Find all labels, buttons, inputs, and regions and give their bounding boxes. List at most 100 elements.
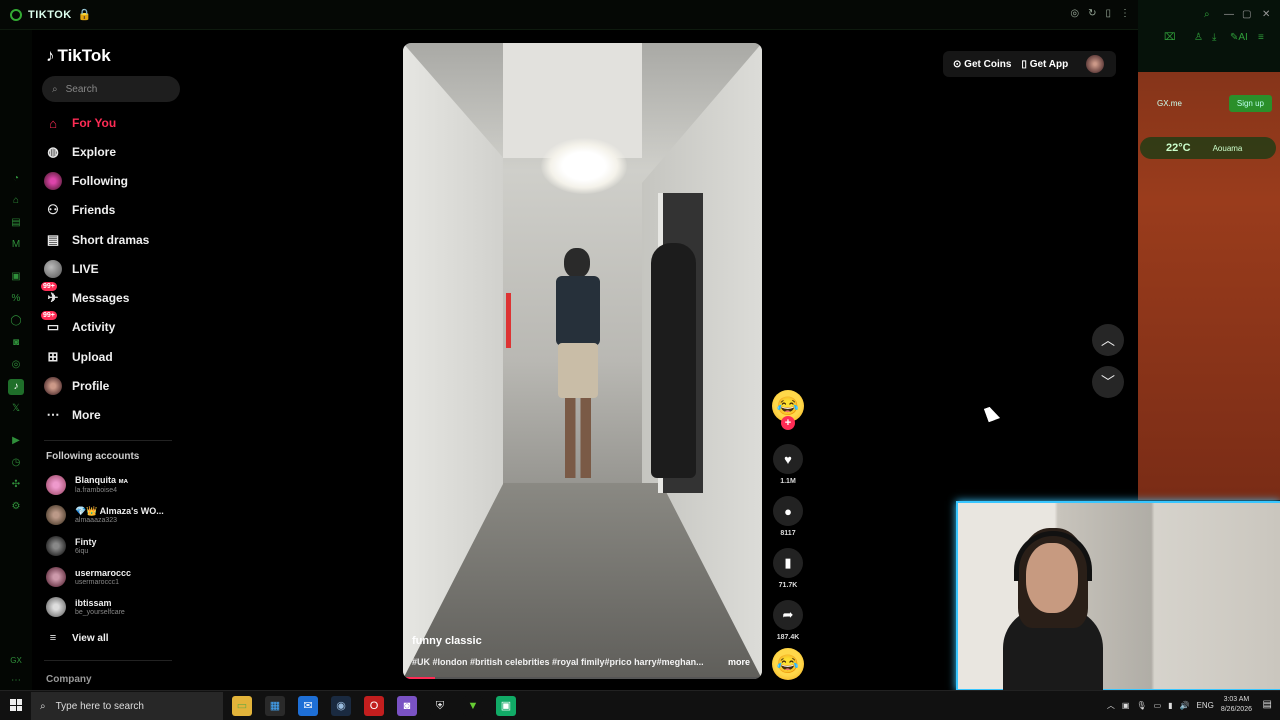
nav-item-live[interactable]: LIVE xyxy=(44,258,99,280)
player-icon[interactable]: ▶ xyxy=(10,435,22,447)
view-all-link[interactable]: ≡ View all xyxy=(44,627,109,649)
following-account[interactable]: ibtissam be_yourselfcare xyxy=(46,597,125,617)
video-actions: 😂 + ♥ 1.1M ● 8117 ▮ 71.7K ➦ 187.4K 😂 xyxy=(770,390,808,690)
video-hashtags[interactable]: #UK #london #british celebrities #royal … xyxy=(412,657,722,667)
search-input[interactable]: ⌕ Search xyxy=(42,76,180,102)
twitch-icon[interactable]: ▣ xyxy=(10,271,22,283)
download-icon[interactable]: ⤓ xyxy=(1212,32,1216,43)
nav-item-profile[interactable]: Profile xyxy=(44,375,109,397)
nav-item-for-you[interactable]: ⌂ For You xyxy=(44,112,116,134)
save-count: 71.7K xyxy=(778,582,798,589)
file-explorer-icon[interactable]: ▭ xyxy=(232,696,252,716)
messages-badge: 99+ xyxy=(41,282,57,291)
search-icon[interactable]: ⌕ xyxy=(1204,9,1210,20)
creator-avatar[interactable]: 😂 + xyxy=(770,390,806,430)
security-shield-icon[interactable]: ⛨ xyxy=(430,696,450,716)
battery-icon[interactable]: ▮ xyxy=(1168,701,1172,710)
weather-widget[interactable]: 22°C Aouama xyxy=(1140,137,1276,159)
avatar xyxy=(46,475,66,495)
nav-item-upload[interactable]: ⊞ Upload xyxy=(44,346,113,368)
nav-item-activity[interactable]: ▭ 99+ Activity xyxy=(41,311,115,338)
nav-item-messages[interactable]: ✈ 99+ Messages xyxy=(41,282,129,309)
avatar xyxy=(46,505,66,525)
following-account[interactable]: Finty 6iqu xyxy=(46,536,97,556)
video-progress-bar[interactable] xyxy=(403,677,762,679)
next-video-button[interactable]: ﹀ xyxy=(1092,366,1124,398)
whatsapp-icon[interactable]: ◯ xyxy=(10,315,22,327)
gxme-link[interactable]: GX.me xyxy=(1157,99,1182,108)
camera-tray-icon[interactable]: ▣ xyxy=(1122,701,1130,710)
sign-up-button[interactable]: Sign up xyxy=(1228,94,1272,112)
clock[interactable]: 3:03 AM 8/26/2026 xyxy=(1221,695,1252,715)
taskbar-search[interactable]: ⌕ Type here to search xyxy=(31,692,223,720)
gx-label[interactable]: GX xyxy=(10,655,22,667)
mail-icon[interactable]: ✉ xyxy=(298,696,318,716)
microphone-icon[interactable]: 🎙 xyxy=(1136,701,1146,710)
following-account[interactable]: Blanquita ᴍᴀ la.framboise4 xyxy=(46,475,128,495)
notifications-icon[interactable]: ▤ xyxy=(1263,699,1272,710)
snapshot-icon[interactable]: ⌧ xyxy=(1164,32,1176,43)
browser-tab[interactable]: TIKTOK 🔒 xyxy=(10,8,92,21)
camera-icon[interactable]: ◎ xyxy=(1070,8,1079,19)
previous-video-button[interactable]: ︿ xyxy=(1092,324,1124,356)
nav-item-short-dramas[interactable]: ▤ Short dramas xyxy=(44,229,150,251)
tiktok-sidebar-icon[interactable]: ♪ xyxy=(8,379,24,395)
nav-label: For You xyxy=(72,116,117,130)
tiktok-logo[interactable]: ♪ TikTok xyxy=(46,46,111,66)
chevron-up-icon[interactable]: ︿ xyxy=(1107,700,1115,711)
company-link[interactable]: Company xyxy=(46,674,92,685)
discord-icon[interactable]: ◙ xyxy=(397,696,417,716)
menu-dots-icon[interactable]: ⋮ xyxy=(1120,8,1130,19)
maximize-icon[interactable]: ▢ xyxy=(1242,9,1251,20)
minimize-icon[interactable]: — xyxy=(1224,9,1234,20)
windows-start-icon[interactable] xyxy=(10,699,22,711)
extensions-icon[interactable]: ✣ xyxy=(10,479,22,491)
share-button[interactable]: ➦ 187.4K xyxy=(770,600,806,641)
nav-item-following[interactable]: Following xyxy=(44,170,128,192)
volume-icon[interactable]: 🔊 xyxy=(1180,701,1190,710)
history-icon[interactable]: ◷ xyxy=(10,457,22,469)
store-icon[interactable]: ▦ xyxy=(265,696,285,716)
close-icon[interactable]: ✕ xyxy=(1262,9,1270,20)
follow-plus-icon[interactable]: + xyxy=(781,416,795,430)
instagram-icon[interactable]: ◎ xyxy=(10,359,22,371)
mail-icon[interactable]: M xyxy=(10,239,22,251)
more-button[interactable]: more xyxy=(728,657,750,667)
following-account[interactable]: usermaroccc usermaroccc1 xyxy=(46,567,131,587)
tab-title: TIKTOK xyxy=(28,8,72,21)
list-icon: ≡ xyxy=(49,632,57,644)
comment-button[interactable]: ● 8117 xyxy=(770,496,806,537)
language-indicator[interactable]: ENG xyxy=(1197,701,1214,710)
profile-avatar[interactable] xyxy=(1086,55,1105,73)
nav-item-more[interactable]: ⋯ More xyxy=(44,404,101,426)
get-app-button[interactable]: ▯ Get App xyxy=(1021,59,1068,70)
nav-item-explore[interactable]: ◍ Explore xyxy=(44,141,116,163)
like-button[interactable]: ♥ 1.1M xyxy=(770,444,806,485)
news-icon[interactable]: ▤ xyxy=(10,217,22,229)
account-name-suffix: ᴍᴀ xyxy=(118,478,128,485)
video-player[interactable]: funny classic #UK #london #british celeb… xyxy=(403,43,762,679)
get-coins-button[interactable]: ⊙ Get Coins xyxy=(953,59,1011,70)
discord-icon[interactable]: ◙ xyxy=(10,337,22,349)
more-dots-icon[interactable]: ⋯ xyxy=(10,675,22,687)
following-account[interactable]: 💎👑 Almaza's WO... almaaaza323 xyxy=(46,505,164,525)
steam-icon[interactable]: ◉ xyxy=(331,696,351,716)
bag-icon[interactable]: ⌂ xyxy=(10,195,22,207)
streaming-app-icon[interactable]: ▣ xyxy=(496,696,516,716)
settings-icon[interactable]: ⚙ xyxy=(10,501,22,513)
network-icon[interactable]: ▭ xyxy=(1154,701,1162,710)
nav-item-friends[interactable]: ⚇ Friends xyxy=(44,199,115,221)
percent-icon[interactable]: % xyxy=(10,293,22,305)
speed-dial-icon[interactable]: ◔ xyxy=(10,173,22,185)
nvidia-icon[interactable]: ▼ xyxy=(463,696,483,716)
live-icon xyxy=(44,260,62,278)
sound-disc[interactable]: 😂 xyxy=(770,648,806,680)
x-icon[interactable]: 𝕏 xyxy=(10,403,22,415)
hamburger-menu-icon[interactable]: ≡ xyxy=(1258,32,1264,43)
bookmark-icon[interactable]: ▯ xyxy=(1105,8,1111,19)
ai-icon[interactable]: ✎AI xyxy=(1230,32,1248,43)
reload-icon[interactable]: ↻ xyxy=(1088,8,1096,19)
save-button[interactable]: ▮ 71.7K xyxy=(770,548,806,589)
opera-icon[interactable]: O xyxy=(364,696,384,716)
account-icon[interactable]: ♙ xyxy=(1194,32,1203,43)
